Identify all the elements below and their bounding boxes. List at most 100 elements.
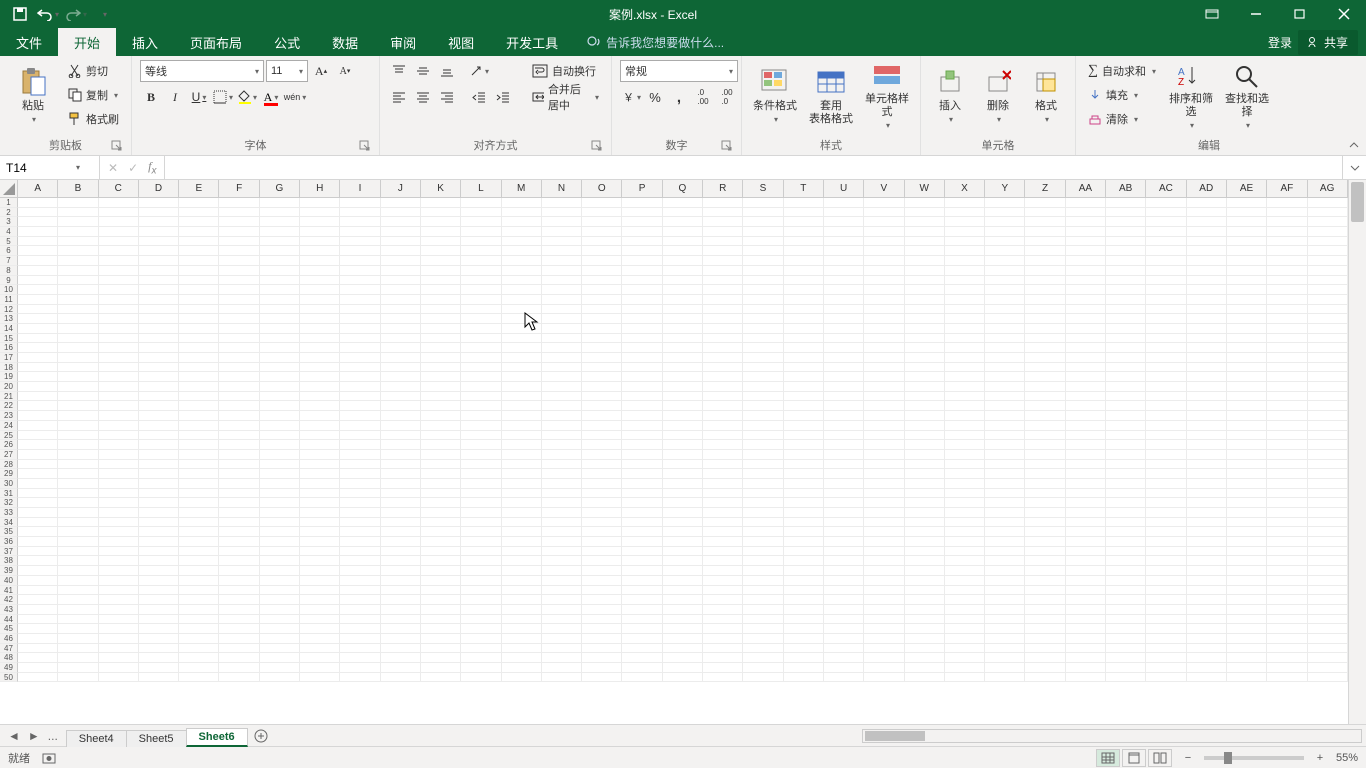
sheet-nav-prev[interactable]: ◄ [8,729,20,743]
row-header[interactable]: 44 [0,615,18,625]
share-button[interactable]: 共享 [1298,30,1358,55]
delete-cells-button[interactable]: 删除▾ [977,60,1019,132]
align-middle-button[interactable] [412,60,434,82]
tab-文件[interactable]: 文件 [0,28,58,56]
page-break-view-button[interactable] [1148,749,1172,767]
col-header[interactable]: I [340,180,380,198]
row-header[interactable]: 38 [0,556,18,566]
row-header[interactable]: 30 [0,479,18,489]
zoom-slider[interactable] [1204,756,1304,760]
tab-开始[interactable]: 开始 [58,28,116,56]
wrap-text-button[interactable]: 自动换行 [528,60,603,82]
cut-button[interactable]: 剪切 [64,60,123,82]
row-header[interactable]: 28 [0,460,18,470]
row-header[interactable]: 36 [0,537,18,547]
zoom-level[interactable]: 55% [1336,752,1358,764]
row-header[interactable]: 4 [0,227,18,237]
font-size-combo[interactable]: 11▾ [266,60,308,82]
zoom-out-button[interactable]: − [1180,752,1196,764]
col-header[interactable]: AF [1267,180,1307,198]
col-header[interactable]: AA [1066,180,1106,198]
name-box[interactable]: ▾ [0,156,100,179]
row-header[interactable]: 27 [0,450,18,460]
row-header[interactable]: 21 [0,392,18,402]
row-header[interactable]: 11 [0,295,18,305]
col-header[interactable]: X [945,180,985,198]
row-header[interactable]: 18 [0,363,18,373]
col-header[interactable]: W [905,180,945,198]
row-header[interactable]: 13 [0,314,18,324]
font-dialog-launcher[interactable] [359,140,371,152]
percent-button[interactable]: % [644,86,666,108]
col-header[interactable]: N [542,180,582,198]
font-name-combo[interactable]: 等线▾ [140,60,264,82]
align-bottom-button[interactable] [436,60,458,82]
row-header[interactable]: 39 [0,566,18,576]
cells-area[interactable] [18,198,1348,724]
row-header[interactable]: 8 [0,266,18,276]
clipboard-dialog-launcher[interactable] [111,140,123,152]
decrease-indent-button[interactable] [468,86,490,108]
col-header[interactable]: H [300,180,340,198]
increase-decimal-button[interactable]: .0.00 [692,86,714,108]
align-right-button[interactable] [436,86,458,108]
sheet-tab-sheet6[interactable]: Sheet6 [186,728,248,747]
col-header[interactable]: AD [1187,180,1227,198]
row-header[interactable]: 35 [0,527,18,537]
row-header[interactable]: 46 [0,634,18,644]
row-header[interactable]: 41 [0,586,18,596]
row-header[interactable]: 45 [0,624,18,634]
col-header[interactable]: D [139,180,179,198]
increase-font-button[interactable]: A▴ [310,60,332,82]
find-select-button[interactable]: 查找和选择▾ [1222,60,1272,132]
col-header[interactable]: J [381,180,421,198]
copy-button[interactable]: 复制▾ [64,84,123,106]
col-header[interactable]: C [99,180,139,198]
row-header[interactable]: 7 [0,256,18,266]
row-header[interactable]: 5 [0,237,18,247]
row-header[interactable]: 26 [0,440,18,450]
cancel-formula-icon[interactable]: ✕ [108,161,118,175]
fill-color-button[interactable]: ▾ [236,86,258,108]
save-button[interactable] [8,3,32,25]
tab-开发工具[interactable]: 开发工具 [490,28,574,56]
col-header[interactable]: T [784,180,824,198]
col-header[interactable]: P [622,180,662,198]
vertical-scrollbar[interactable] [1348,180,1366,724]
undo-button[interactable]: ▾ [36,3,60,25]
decrease-font-button[interactable]: A▾ [334,60,356,82]
sign-in-link[interactable]: 登录 [1268,34,1292,51]
format-cells-button[interactable]: 格式▾ [1025,60,1067,132]
tab-公式[interactable]: 公式 [258,28,316,56]
merge-center-button[interactable]: 合并后居中▾ [528,86,603,108]
col-header[interactable]: AC [1146,180,1186,198]
maximize-button[interactable] [1278,3,1322,25]
column-headers[interactable]: ABCDEFGHIJKLMNOPQRSTUVWXYZAAABACADAEAFAG [18,180,1348,198]
row-header[interactable]: 31 [0,489,18,499]
row-header[interactable]: 33 [0,508,18,518]
col-header[interactable]: U [824,180,864,198]
col-header[interactable]: R [703,180,743,198]
row-header[interactable]: 17 [0,353,18,363]
row-header[interactable]: 34 [0,518,18,528]
col-header[interactable]: B [58,180,98,198]
row-header[interactable]: 10 [0,285,18,295]
col-header[interactable]: G [260,180,300,198]
tab-页面布局[interactable]: 页面布局 [174,28,258,56]
tab-数据[interactable]: 数据 [316,28,374,56]
col-header[interactable]: V [864,180,904,198]
italic-button[interactable]: I [164,86,186,108]
row-header[interactable]: 32 [0,498,18,508]
sheet-tab-sheet4[interactable]: Sheet4 [66,730,127,747]
row-header[interactable]: 50 [0,673,18,683]
col-header[interactable]: Z [1025,180,1065,198]
format-as-table-button[interactable]: 套用 表格格式 [806,60,856,132]
sheet-tab-sheet5[interactable]: Sheet5 [126,730,187,747]
row-header[interactable]: 48 [0,653,18,663]
underline-button[interactable]: U▾ [188,86,210,108]
row-header[interactable]: 3 [0,217,18,227]
row-headers[interactable]: 1234567891011121314151617181920212223242… [0,198,18,724]
row-header[interactable]: 14 [0,324,18,334]
insert-cells-button[interactable]: 插入▾ [929,60,971,132]
tab-视图[interactable]: 视图 [432,28,490,56]
